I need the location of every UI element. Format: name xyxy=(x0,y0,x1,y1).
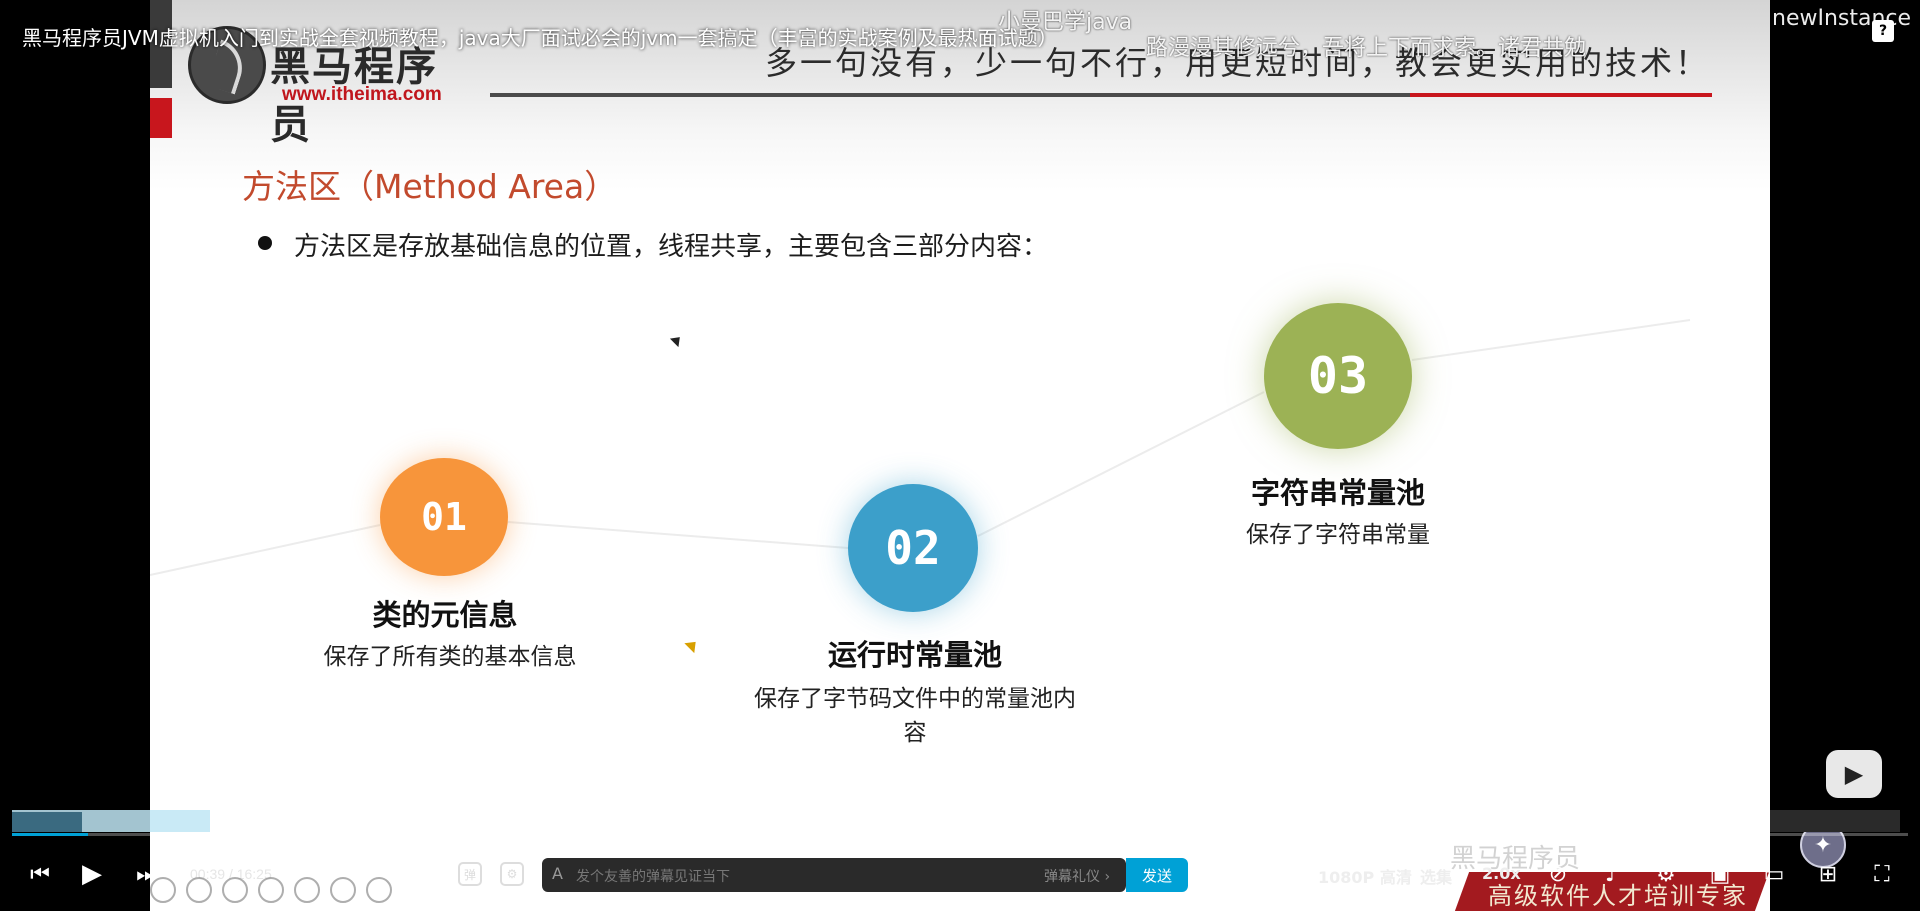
gear-icon[interactable]: ⚙ xyxy=(1652,860,1680,888)
danmaku-etiquette-link[interactable]: 弹幕礼仪 › xyxy=(1044,866,1110,886)
item-title-02: 运行时常量池 xyxy=(827,638,1002,672)
item-desc-03: 保存了字符串常量 xyxy=(1246,522,1430,548)
progress-bar-fill xyxy=(12,833,88,836)
faint-toolbar-strip xyxy=(150,874,490,906)
danmaku-toggle-icon[interactable]: 弹 xyxy=(458,862,482,886)
slide-heading: 方法区（Method Area） xyxy=(242,167,618,206)
item-number-03: 03 xyxy=(1264,303,1412,449)
item-desc-01: 保存了所有类的基本信息 xyxy=(323,644,577,670)
skip-previous-icon[interactable]: ⏮ xyxy=(26,858,54,890)
web-fullscreen-icon[interactable]: ⊞ xyxy=(1814,860,1842,888)
episodes-button[interactable]: 选集 xyxy=(1420,864,1452,888)
faint-circle-icon xyxy=(366,877,392,903)
danmaku-send-button[interactable]: 发送 xyxy=(1126,858,1188,892)
danmaku-settings-icon[interactable]: ⚙ xyxy=(500,862,524,886)
faint-circle-icon xyxy=(150,877,176,903)
progress-preview-end xyxy=(1770,810,1900,832)
item-title-01: 类的元信息 xyxy=(372,598,518,632)
tv-logo-icon[interactable]: ▶ xyxy=(1826,750,1882,798)
danmaku-comment: 路漫漫其修远兮，吾将上下而求索。诸君共勉 xyxy=(1146,36,1587,61)
danmaku-style-icon[interactable]: A xyxy=(552,864,563,883)
faint-circle-icon xyxy=(222,877,248,903)
danmaku-comment: 小曼巴学java xyxy=(998,10,1133,35)
faint-circle-icon xyxy=(258,877,284,903)
progress-bar[interactable] xyxy=(12,833,1908,836)
slide-bullet-text: 方法区是存放基础信息的位置，线程共享，主要包含三部分内容： xyxy=(294,232,1049,262)
faint-circle-icon xyxy=(330,877,356,903)
fullscreen-icon[interactable]: ⛶ xyxy=(1868,860,1896,888)
volume-icon[interactable]: ♪ xyxy=(1598,860,1626,888)
danmaku-input-placeholder[interactable]: 发个友善的弹幕见证当下 xyxy=(576,866,730,886)
progress-preview-played xyxy=(12,812,82,832)
faint-circle-icon xyxy=(186,877,212,903)
item-number-02: 02 xyxy=(848,484,978,612)
item-desc-02: 保存了字节码文件中的常量池内容 xyxy=(754,686,1076,746)
subtitle-off-icon[interactable]: ⊘ xyxy=(1544,860,1572,888)
help-icon[interactable]: ? xyxy=(1872,20,1894,42)
widescreen-icon[interactable]: ▭ xyxy=(1760,860,1788,888)
faint-circle-icon xyxy=(294,877,320,903)
bullet-dot-icon xyxy=(258,236,272,250)
video-title: 黑马程序员JVM虚拟机入门到实战全套视频教程，java大厂面试必会的jvm一套搞… xyxy=(22,26,1058,50)
picture-in-picture-icon[interactable]: ▣ xyxy=(1706,860,1734,888)
speed-selector[interactable]: 2.0x xyxy=(1482,864,1521,883)
item-title-03: 字符串常量池 xyxy=(1250,476,1425,510)
quality-selector[interactable]: 1080P 高清 xyxy=(1318,864,1412,888)
play-icon[interactable]: ▶ xyxy=(76,858,108,890)
item-number-01: 01 xyxy=(380,458,508,576)
decorative-lines xyxy=(150,319,1691,576)
video-frame-slide: 黑马程序员 www.itheima.com 多一句没有，少一句不行，用更短时间，… xyxy=(150,0,1770,911)
